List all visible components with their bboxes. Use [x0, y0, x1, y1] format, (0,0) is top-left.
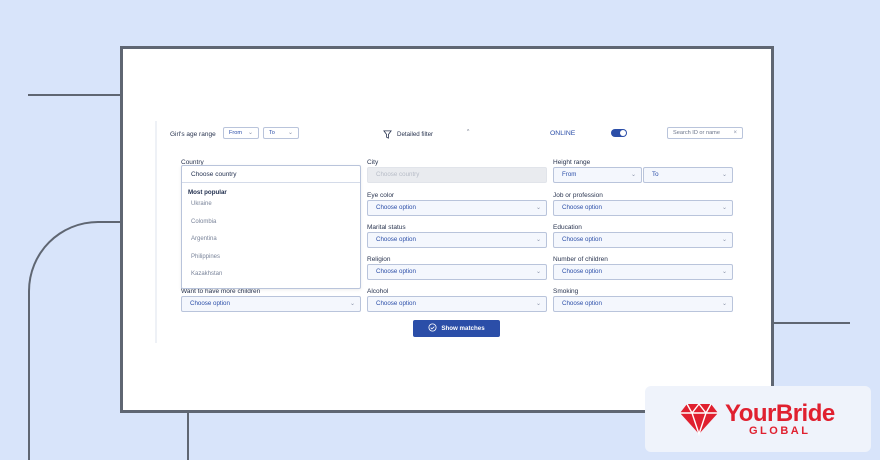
dropdown-option[interactable]: Kazakhstan [182, 266, 360, 284]
filter-icon [383, 130, 392, 139]
children-count-select[interactable]: Choose option ⌄ [553, 264, 733, 280]
chevron-down-icon: ⌄ [535, 205, 541, 211]
education-label: Education [553, 224, 582, 231]
children-count-label: Number of children [553, 256, 608, 263]
show-matches-button[interactable]: Show matches [413, 320, 500, 337]
chevron-down-icon: ⌄ [721, 205, 727, 211]
eye-color-select[interactable]: Choose option ⌄ [367, 200, 547, 216]
more-children-select[interactable]: Choose option ⌄ [181, 296, 361, 312]
chevron-down-icon: ⌄ [287, 130, 293, 136]
age-range-label: Girl's age range [170, 131, 216, 138]
detailed-filter-button[interactable]: Detailed filter ˆ [383, 129, 483, 141]
chevron-down-icon: ⌄ [630, 172, 636, 178]
country-dropdown[interactable]: Choose country Most popular Ukraine Colo… [181, 165, 361, 289]
screenshot-frame: Girl's age range From ⌄ To ⌄ Detailed filt… [120, 46, 774, 413]
age-to-select[interactable]: To ⌄ [263, 127, 299, 139]
alcohol-select[interactable]: Choose option ⌄ [367, 296, 547, 312]
brand-name: YourBride [725, 400, 835, 427]
education-select[interactable]: Choose option ⌄ [553, 232, 733, 248]
marital-status-select[interactable]: Choose option ⌄ [367, 232, 547, 248]
show-matches-label: Show matches [441, 325, 485, 332]
chevron-down-icon: ⌄ [535, 269, 541, 275]
city-label: City [367, 159, 379, 166]
decor-line [187, 413, 189, 460]
online-label: ONLINE [550, 130, 576, 137]
dropdown-option[interactable]: Ukraine [182, 196, 360, 214]
chevron-down-icon: ⌄ [721, 172, 727, 178]
chevron-down-icon: ⌄ [721, 237, 727, 243]
eye-color-label: Eye color [367, 192, 395, 199]
job-label: Job or profession [553, 192, 603, 199]
country-dropdown-header[interactable]: Choose country [182, 166, 360, 183]
job-select[interactable]: Choose option ⌄ [553, 200, 733, 216]
detailed-filter-label: Detailed filter [397, 131, 434, 138]
religion-select[interactable]: Choose option ⌄ [367, 264, 547, 280]
dropdown-option[interactable]: Argentina [182, 231, 360, 249]
smoking-select[interactable]: Choose option ⌄ [553, 296, 733, 312]
decor-line [774, 322, 850, 324]
decor-line [28, 94, 120, 96]
chevron-down-icon: ⌄ [721, 301, 727, 307]
religion-label: Religion [367, 256, 391, 263]
dropdown-option[interactable]: Philippines [182, 249, 360, 267]
chevron-down-icon: ⌄ [535, 237, 541, 243]
chevron-up-icon: ˆ [467, 130, 470, 137]
height-from-select[interactable]: From ⌄ [553, 167, 642, 183]
online-toggle[interactable] [611, 129, 627, 137]
age-from-select[interactable]: From ⌄ [223, 127, 259, 139]
chevron-down-icon: ⌄ [247, 130, 253, 136]
brand-logo: YourBride GLOBAL [645, 386, 871, 452]
smoking-label: Smoking [553, 288, 579, 295]
chevron-down-icon: ⌄ [349, 301, 355, 307]
dropdown-section-title: Most popular [188, 189, 227, 196]
city-select: Choose country [367, 167, 547, 183]
dropdown-option[interactable]: Colombia [182, 214, 360, 232]
marital-status-label: Marital status [367, 224, 406, 231]
alcohol-label: Alcohol [367, 288, 389, 295]
more-children-label: Want to have more children [181, 288, 261, 295]
brand-subtitle: GLOBAL [749, 425, 811, 437]
check-circle-icon [428, 323, 437, 332]
close-icon[interactable]: × [733, 128, 737, 138]
height-range-label: Height range [553, 159, 591, 166]
chevron-down-icon: ⌄ [535, 301, 541, 307]
search-input[interactable]: Search ID or name × [667, 127, 743, 139]
filter-panel: Girl's age range From ⌄ To ⌄ Detailed filt… [155, 121, 745, 343]
diamond-logo-icon [680, 402, 718, 436]
height-to-select[interactable]: To ⌄ [643, 167, 733, 183]
chevron-down-icon: ⌄ [721, 269, 727, 275]
